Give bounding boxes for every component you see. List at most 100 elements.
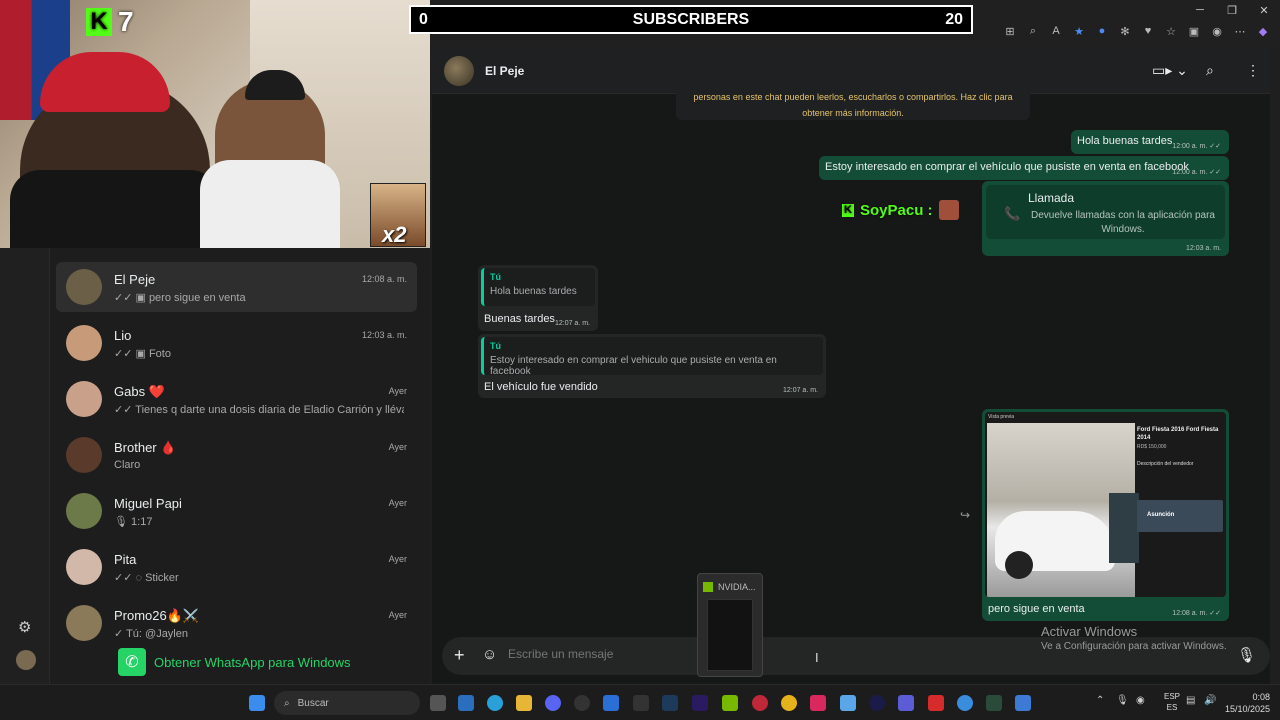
read-aloud-icon[interactable]: A — [1049, 24, 1063, 38]
settings-gear-icon[interactable]: ⚙ — [18, 618, 31, 636]
task-view-icon[interactable] — [430, 695, 446, 711]
contact-name[interactable]: El Peje — [485, 64, 524, 78]
chat-time: 12:03 a. m. — [361, 330, 407, 340]
epic-games-icon[interactable] — [633, 695, 649, 711]
minimize-icon[interactable]: ─ — [1184, 0, 1216, 20]
quote-text: Hola buenas tardes — [490, 286, 577, 297]
message-outgoing[interactable]: Hola buenas tardes 12:00 a. m. ✓✓ — [1071, 130, 1229, 154]
chat-item-miguel-papi[interactable]: Miguel Papi Ayer 🎙 1:17 — [56, 486, 417, 536]
chrome-icon[interactable] — [781, 695, 797, 711]
app-red2-icon[interactable] — [928, 695, 944, 711]
copilot-icon[interactable]: ◆ — [1256, 24, 1270, 38]
more-icon[interactable]: ⋯ — [1233, 24, 1247, 38]
get-whatsapp-banner[interactable]: ✆ Obtener WhatsApp para Windows — [118, 648, 351, 676]
message-incoming[interactable]: Tú Estoy interesado en comprar el vehicu… — [478, 334, 826, 398]
blue-car — [1109, 493, 1139, 563]
kick-logo-icon: K — [86, 8, 112, 36]
chat-item-promo26[interactable]: Promo26🔥⚔️ Ayer ✓ Tú: @Jaylen — [56, 598, 417, 641]
taskbar: ⌕ Buscar ⌃ 🎙 ◉ ESP ES ▤ 🔊 0:08 15/10/202… — [0, 684, 1280, 720]
performance-icon[interactable]: ♥ — [1141, 24, 1155, 38]
encryption-notice[interactable]: personas en este chat pueden leerlos, es… — [676, 86, 1030, 120]
taskbar-search[interactable]: ⌕ Buscar — [274, 691, 420, 715]
app-window-icon[interactable] — [1015, 695, 1031, 711]
listing-screenshot[interactable]: Vista previa Ford Fiesta 2016 Ford Fiest… — [985, 412, 1226, 597]
restore-icon[interactable]: ❐ — [1216, 0, 1248, 20]
chat-item-brother[interactable]: Brother 🩸 Ayer Claro — [56, 430, 417, 480]
app-red-icon[interactable] — [752, 695, 768, 711]
extensions-icon[interactable]: ✻ — [1118, 24, 1132, 38]
discord-icon[interactable] — [545, 695, 561, 711]
image-caption: pero sigue en venta — [988, 603, 1085, 615]
chat-name: Lio — [114, 328, 132, 343]
tray-mic-icon[interactable]: 🎙 — [1116, 695, 1129, 706]
message-text: El vehículo fue vendido — [484, 381, 598, 393]
contact-avatar[interactable] — [444, 56, 474, 86]
obs-icon[interactable] — [574, 695, 590, 711]
app-green-icon[interactable] — [986, 695, 1002, 711]
edge-icon[interactable] — [487, 695, 503, 711]
file-explorer-icon[interactable] — [516, 695, 532, 711]
favorites-icon[interactable]: ☆ — [1164, 24, 1178, 38]
attach-plus-icon[interactable]: + — [454, 645, 465, 666]
message-outgoing[interactable]: Estoy interesado en comprar el vehículo … — [819, 156, 1229, 180]
avatar — [66, 325, 102, 361]
premiere-icon[interactable] — [692, 695, 708, 711]
profile-avatar[interactable] — [16, 650, 36, 670]
app-circle-icon[interactable] — [957, 695, 973, 711]
window-controls: ─ ❐ ✕ — [1184, 0, 1280, 20]
video-call-icon[interactable]: ▭▸ ⌄ — [1152, 62, 1188, 79]
call-message[interactable]: 📞 Llamada Devuelve llamadas con la aplic… — [982, 181, 1229, 256]
chat-item-gabs[interactable]: Gabs ❤️ Ayer ✓✓ Tienes q darte una dosis… — [56, 374, 417, 424]
tray-app-icon[interactable]: ◉ — [1136, 695, 1145, 706]
quoted-message[interactable]: Tú Hola buenas tardes — [481, 268, 595, 306]
store-icon[interactable] — [458, 695, 474, 711]
quoted-message[interactable]: Tú Estoy interesado en comprar el vehicu… — [481, 337, 823, 377]
volume-icon[interactable]: 🔊 — [1204, 695, 1216, 706]
message-incoming[interactable]: Tú Hola buenas tardes Buenas tardes 12:0… — [478, 265, 598, 331]
search-icon[interactable]: ⌕ — [1206, 62, 1214, 79]
app-dark-icon[interactable] — [869, 695, 885, 711]
forward-icon[interactable]: ↪ — [960, 508, 970, 522]
network-icon[interactable]: ▤ — [1186, 695, 1195, 706]
app-icon[interactable]: ⊞ — [1003, 24, 1017, 38]
subs-label: SUBSCRIBERS — [632, 11, 750, 28]
avatar — [66, 437, 102, 473]
collections-icon[interactable]: ▣ — [1187, 24, 1201, 38]
message-text: Hola buenas tardes — [1077, 135, 1173, 147]
chat-item-pita[interactable]: Pita Ayer ✓✓ ◌ Sticker — [56, 542, 417, 592]
taskbar-clock[interactable]: 0:08 15/10/2025 — [1225, 691, 1270, 715]
emoji-icon[interactable]: ☺ — [482, 646, 497, 663]
kick-logo-icon: K — [842, 203, 854, 217]
start-windows-icon[interactable] — [249, 695, 265, 711]
meme-multiplier: x2 — [382, 222, 407, 247]
profile-icon[interactable]: ◉ — [1210, 24, 1224, 38]
favorite-star-icon[interactable]: ★ — [1072, 24, 1086, 38]
steam-icon[interactable] — [662, 695, 678, 711]
app-icon[interactable] — [603, 695, 619, 711]
extension-icon[interactable]: ● — [1095, 24, 1109, 38]
zoom-icon[interactable]: ⌕ — [1026, 24, 1040, 38]
nvidia-icon[interactable] — [722, 695, 738, 711]
streamer-person — [10, 52, 220, 248]
stream-chat-overlay: K SoyPacu : — [842, 200, 959, 220]
chat-time: Ayer — [388, 386, 407, 396]
activation-subtitle: Ve a Configuración para activar Windows. — [1041, 641, 1227, 652]
message-time: 12:07 a. m. — [782, 387, 818, 394]
chat-item-el-peje[interactable]: El Peje 12:08 a. m. ✓✓ ▣ pero sigue en v… — [56, 262, 417, 312]
tray-chevron-icon[interactable]: ⌃ — [1096, 695, 1104, 706]
call-subtitle: Devuelve llamadas con la aplicación para… — [1031, 210, 1215, 235]
chat-item-lio[interactable]: Lio 12:03 a. m. ✓✓ ▣ Foto — [56, 318, 417, 368]
tiktok-icon[interactable] — [810, 695, 826, 711]
microphone-icon[interactable]: 🎙 — [1237, 646, 1256, 664]
nvidia-taskbar-preview[interactable]: NVIDIA... — [697, 573, 763, 677]
nvidia-preview-title: NVIDIA... — [718, 582, 756, 592]
image-message[interactable]: Vista previa Ford Fiesta 2016 Ford Fiest… — [982, 409, 1229, 621]
message-text: Estoy interesado en comprar el vehículo … — [825, 161, 1189, 173]
language-indicator[interactable]: ESP ES — [1164, 691, 1180, 713]
webcam-overlay: K7 x2 — [0, 0, 430, 248]
menu-icon[interactable]: ⋮ — [1246, 62, 1260, 79]
close-icon[interactable]: ✕ — [1248, 0, 1280, 20]
teams-icon[interactable] — [898, 695, 914, 711]
activation-title: Activar Windows — [1041, 624, 1138, 639]
app-blue-icon[interactable] — [840, 695, 856, 711]
